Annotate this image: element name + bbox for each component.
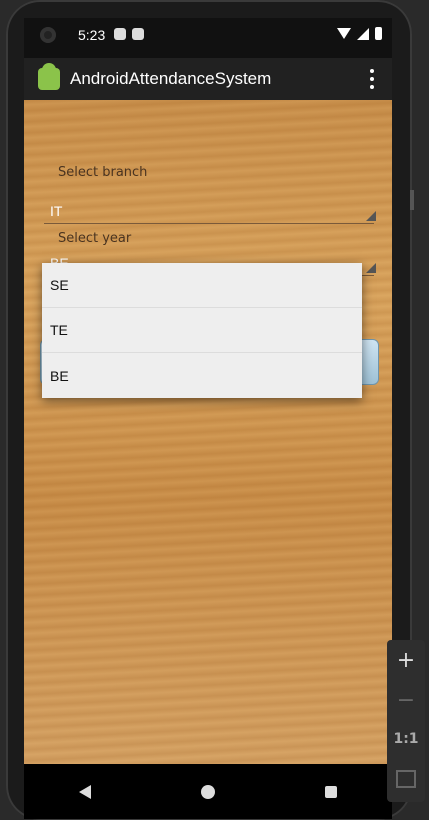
power-button[interactable] (410, 190, 414, 210)
status-time: 5:23 (78, 27, 106, 43)
main-content: Select branch IT Select year BE (24, 100, 392, 764)
dropdown-option-se[interactable]: SE (42, 263, 362, 308)
android-icon (38, 63, 60, 90)
emulator-zoom-controls: + − 1:1 (387, 640, 425, 802)
fit-screen-icon (396, 770, 416, 788)
sd-card-icon (132, 28, 144, 40)
back-icon[interactable] (79, 784, 91, 799)
overflow-menu-icon[interactable] (370, 69, 374, 89)
branch-selected-value: IT (50, 203, 63, 219)
dropdown-option-be[interactable]: BE (42, 353, 362, 398)
branch-label: Select branch (58, 165, 148, 180)
recents-icon[interactable] (325, 785, 337, 798)
fit-screen-button[interactable] (387, 770, 425, 788)
app-bar: AndroidAttendanceSystem (24, 58, 392, 100)
app-title: AndroidAttendanceSystem (70, 69, 272, 88)
notification-icons (114, 28, 144, 40)
year-label: Select year (58, 231, 132, 246)
app-notification-icon (114, 28, 126, 40)
signal-icon (357, 27, 369, 40)
zoom-in-button[interactable]: + (387, 648, 425, 673)
system-status-icons (337, 27, 382, 40)
year-dropdown: SE TE BE (42, 263, 362, 398)
home-icon[interactable] (201, 784, 215, 799)
spinner-arrow-icon (366, 211, 376, 221)
status-bar: 5:23 (24, 18, 392, 58)
battery-icon (375, 27, 382, 40)
branch-spinner[interactable]: IT (44, 199, 376, 224)
dropdown-option-te[interactable]: TE (42, 308, 362, 353)
spinner-arrow-icon (366, 263, 376, 273)
front-camera (40, 27, 56, 43)
wifi-icon (337, 28, 351, 39)
navigation-bar (24, 764, 392, 819)
actual-size-button[interactable]: 1:1 (387, 731, 425, 747)
zoom-out-button[interactable]: − (387, 688, 425, 713)
phone-screen: 5:23 AndroidAttendanceSystem Select bran… (24, 18, 392, 819)
